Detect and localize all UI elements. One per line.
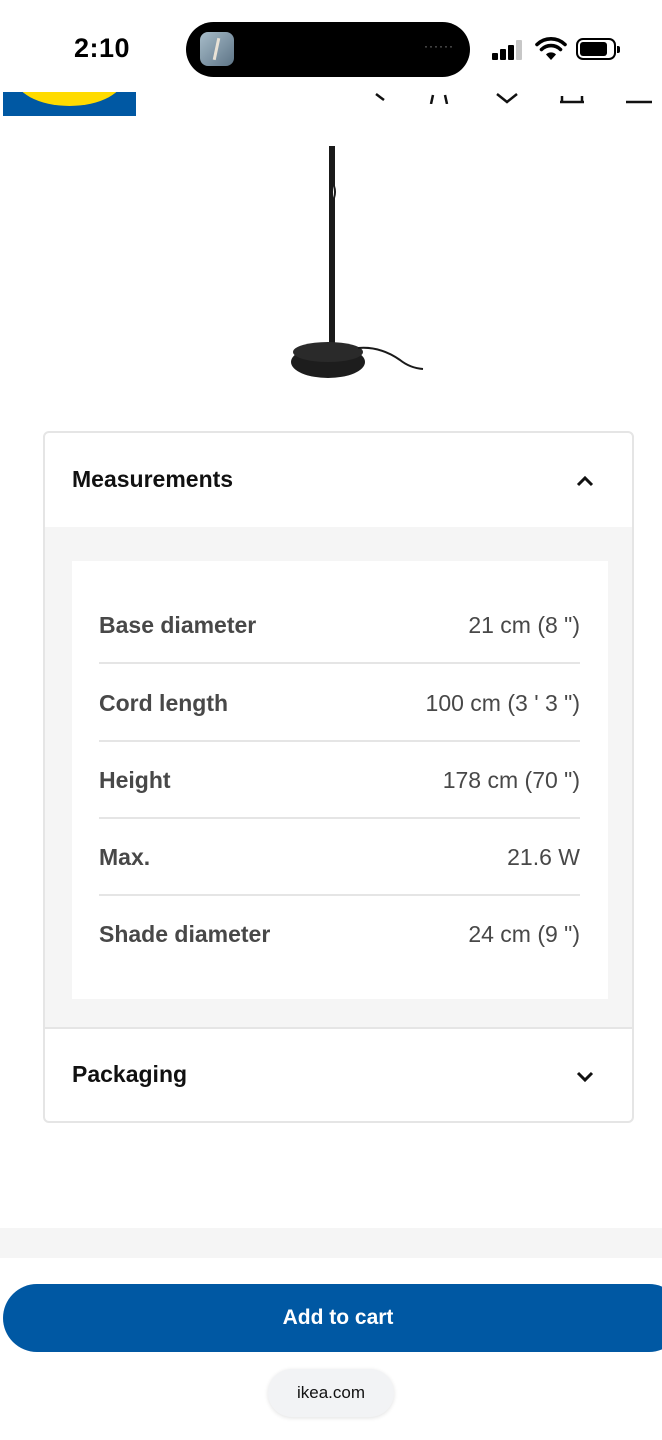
spec-row: Shade diameter 24 cm (9 "): [99, 894, 580, 972]
spec-row: Cord length 100 cm (3 ' 3 "): [99, 663, 580, 741]
cellular-signal-icon: [492, 40, 526, 60]
chevron-down-icon[interactable]: [574, 1065, 596, 1087]
spec-row: Base diameter 21 cm (8 "): [99, 585, 580, 663]
product-details-accordion: Measurements Base diameter 21 cm (8 ") C…: [43, 431, 634, 1123]
dynamic-island: ······: [186, 22, 470, 77]
spec-value: 100 cm (3 ' 3 "): [425, 690, 580, 716]
section-separator: [0, 1228, 662, 1258]
spec-value: 21.6 W: [507, 844, 580, 870]
spec-label: Base diameter: [99, 612, 257, 638]
measurements-panel: Base diameter 21 cm (8 ") Cord length 10…: [45, 527, 632, 1027]
product-image: [291, 146, 424, 378]
spec-value: 21 cm (8 "): [468, 612, 580, 638]
measurements-header[interactable]: Measurements: [45, 433, 632, 527]
spec-row: Max. 21.6 W: [99, 817, 580, 895]
spec-row: Height 178 cm (70 "): [99, 740, 580, 818]
browser-url-bar[interactable]: ikea.com: [268, 1369, 394, 1417]
add-to-cart-label: Add to cart: [282, 1306, 394, 1329]
spec-label: Shade diameter: [99, 921, 271, 947]
battery-icon: [576, 38, 620, 60]
packaging-title: Packaging: [72, 1061, 188, 1087]
measurements-title: Measurements: [72, 466, 234, 492]
spec-label: Height: [99, 767, 171, 793]
spec-label: Cord length: [99, 690, 229, 716]
chevron-up-icon[interactable]: [574, 470, 596, 492]
spec-value: 178 cm (70 "): [442, 767, 580, 793]
status-time: 2:10: [74, 33, 131, 63]
packaging-header[interactable]: Packaging: [45, 1029, 632, 1123]
status-bar: 2:10 ······: [0, 0, 662, 92]
spec-label: Max.: [99, 844, 151, 870]
wifi-icon: [535, 37, 567, 60]
add-to-cart-button[interactable]: Add to cart: [3, 1284, 662, 1352]
measurements-table: Base diameter 21 cm (8 ") Cord length 10…: [72, 561, 608, 999]
now-playing-thumbnail: [200, 32, 234, 66]
spec-value: 24 cm (9 "): [468, 921, 580, 947]
url-text: ikea.com: [296, 1383, 366, 1402]
product-page: 2:10 ······ IKEA: [0, 0, 662, 1440]
island-indicator: ······: [424, 39, 454, 53]
